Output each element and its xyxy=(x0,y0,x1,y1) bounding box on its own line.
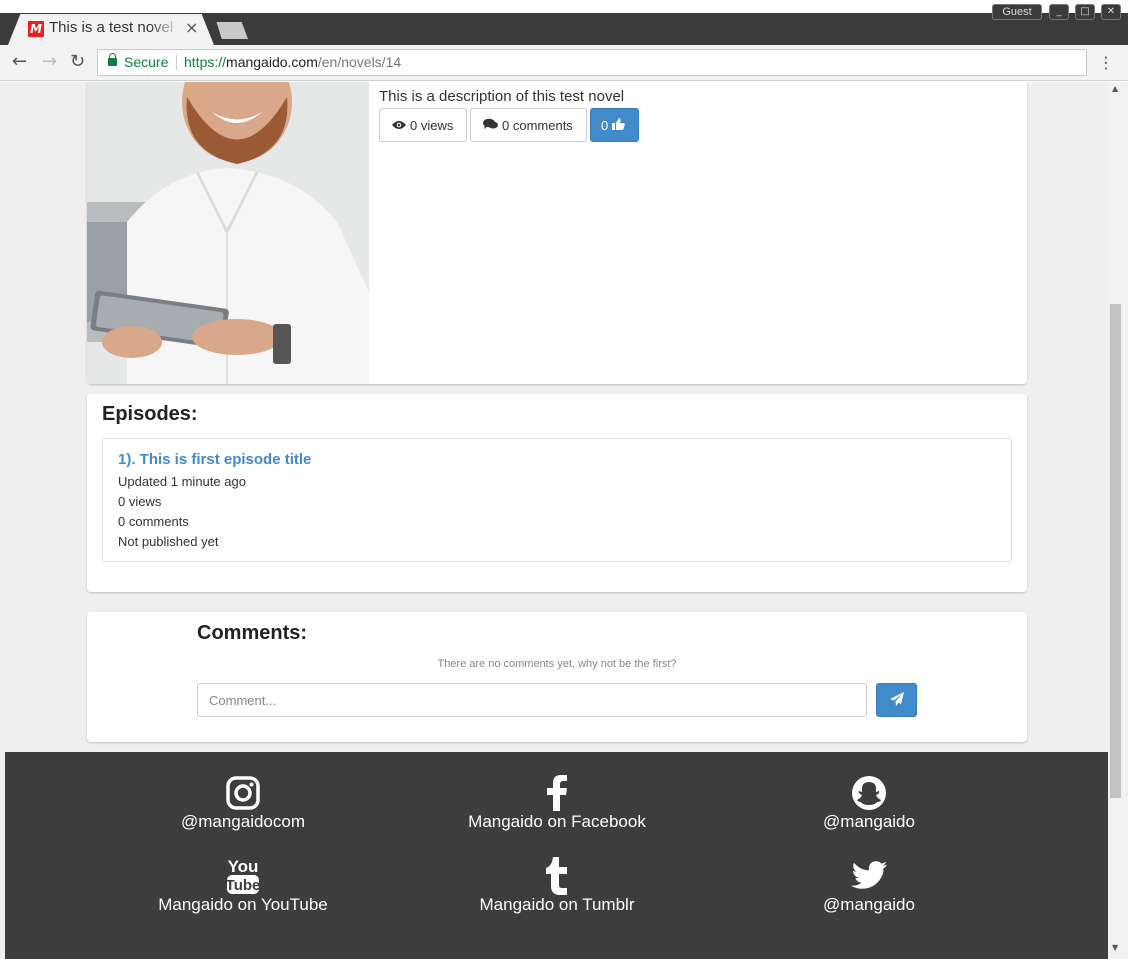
instagram-label: @mangaidocom xyxy=(180,812,306,831)
secure-label: Secure xyxy=(124,54,169,70)
facebook-label: Mangaido on Facebook xyxy=(468,812,646,831)
twitter-link[interactable]: @mangaido xyxy=(719,857,1019,915)
send-comment-button[interactable] xyxy=(876,683,917,717)
mangaido-favicon-icon: M xyxy=(28,21,44,37)
page-scrollbar[interactable]: ▲ ▼ xyxy=(1108,82,1128,959)
reload-icon[interactable]: ↻ xyxy=(70,51,85,72)
svg-text:You: You xyxy=(228,857,259,876)
tab-close-icon[interactable]: × xyxy=(185,18,198,37)
minimize-button[interactable]: _ xyxy=(1049,4,1069,20)
scrollbar-thumb[interactable] xyxy=(1110,304,1121,798)
tumblr-label: Mangaido on Tumblr xyxy=(479,895,635,914)
thumbs-up-icon xyxy=(612,117,626,133)
comment-input[interactable] xyxy=(197,683,867,717)
omnibox-separator xyxy=(176,55,177,70)
browser-titlebar: M This is a test novel - Mangaido × Gues… xyxy=(0,0,1128,45)
url-host: mangaido.com xyxy=(226,54,318,70)
episode-comments: 0 comments xyxy=(118,514,189,529)
comments-card: Comments: There are no comments yet, why… xyxy=(87,612,1027,742)
instagram-link[interactable]: @mangaidocom xyxy=(93,774,393,832)
youtube-icon: You Tube xyxy=(93,857,393,895)
views-label: 0 views xyxy=(410,117,454,133)
facebook-icon xyxy=(407,774,707,812)
guest-profile-button[interactable]: Guest xyxy=(992,4,1042,20)
back-icon[interactable]: ← xyxy=(12,51,27,72)
url-path: /en/novels/14 xyxy=(317,54,402,70)
novel-description: This is a description of this test novel xyxy=(379,88,625,105)
maximize-button[interactable]: □ xyxy=(1075,4,1095,20)
episodes-heading: Episodes: xyxy=(102,403,198,425)
page-viewport: This is a description of this test novel… xyxy=(0,82,1108,959)
like-button[interactable]: 0 xyxy=(590,108,639,142)
youtube-label: Mangaido on YouTube xyxy=(158,895,328,914)
no-comments-text: There are no comments yet, why not be th… xyxy=(437,658,677,670)
comments-button[interactable]: 0 comments xyxy=(470,108,587,142)
comments-heading: Comments: xyxy=(197,622,308,644)
views-button[interactable]: 0 views xyxy=(379,108,467,142)
snapchat-icon xyxy=(719,774,1019,812)
svg-text:Tube: Tube xyxy=(226,877,260,894)
episode-updated: Updated 1 minute ago xyxy=(118,474,246,489)
twitter-label: @mangaido xyxy=(823,895,915,914)
comments-label: 0 comments xyxy=(502,117,573,133)
episode-status: Not published yet xyxy=(118,534,219,549)
twitter-icon xyxy=(719,857,1019,895)
episode-views: 0 views xyxy=(118,494,162,509)
novel-info-card: This is a description of this test novel… xyxy=(87,82,1027,384)
scroll-down-icon[interactable]: ▼ xyxy=(1112,943,1118,952)
tumblr-icon xyxy=(407,857,707,895)
facebook-link[interactable]: Mangaido on Facebook xyxy=(407,774,707,832)
snapchat-link[interactable]: @mangaido xyxy=(719,774,1019,832)
tumblr-link[interactable]: Mangaido on Tumblr xyxy=(407,857,707,915)
tab-title-fade xyxy=(150,18,180,40)
social-footer: @mangaidocom Mangaido on Facebook @manga… xyxy=(5,752,1108,959)
eye-icon xyxy=(392,118,406,133)
browser-toolbar: ← → ↻ Secure https://mangaido.com/en/nov… xyxy=(0,45,1128,81)
youtube-link[interactable]: You Tube Mangaido on YouTube xyxy=(93,857,393,915)
browser-menu-icon[interactable]: ⋮ xyxy=(1098,53,1114,72)
scroll-up-icon[interactable]: ▲ xyxy=(1112,84,1118,93)
episode-item: 1). This is first episode title Updated … xyxy=(102,438,1012,562)
url-text[interactable]: https://mangaido.com/en/novels/14 xyxy=(184,54,401,70)
paper-plane-icon xyxy=(889,691,904,710)
novel-cover-image xyxy=(87,82,369,384)
likes-count: 0 xyxy=(601,117,609,133)
close-window-button[interactable]: ✕ xyxy=(1101,4,1121,20)
instagram-icon xyxy=(93,774,393,812)
episodes-card: Episodes: 1). This is first episode titl… xyxy=(87,394,1027,592)
forward-icon[interactable]: → xyxy=(42,51,57,72)
snapchat-label: @mangaido xyxy=(823,812,915,831)
url-scheme: https:// xyxy=(184,54,227,70)
episode-title-link[interactable]: 1). This is first episode title xyxy=(118,451,311,468)
comments-icon xyxy=(483,118,498,133)
lock-icon xyxy=(108,53,117,66)
address-bar[interactable]: Secure https://mangaido.com/en/novels/14 xyxy=(97,49,1087,76)
